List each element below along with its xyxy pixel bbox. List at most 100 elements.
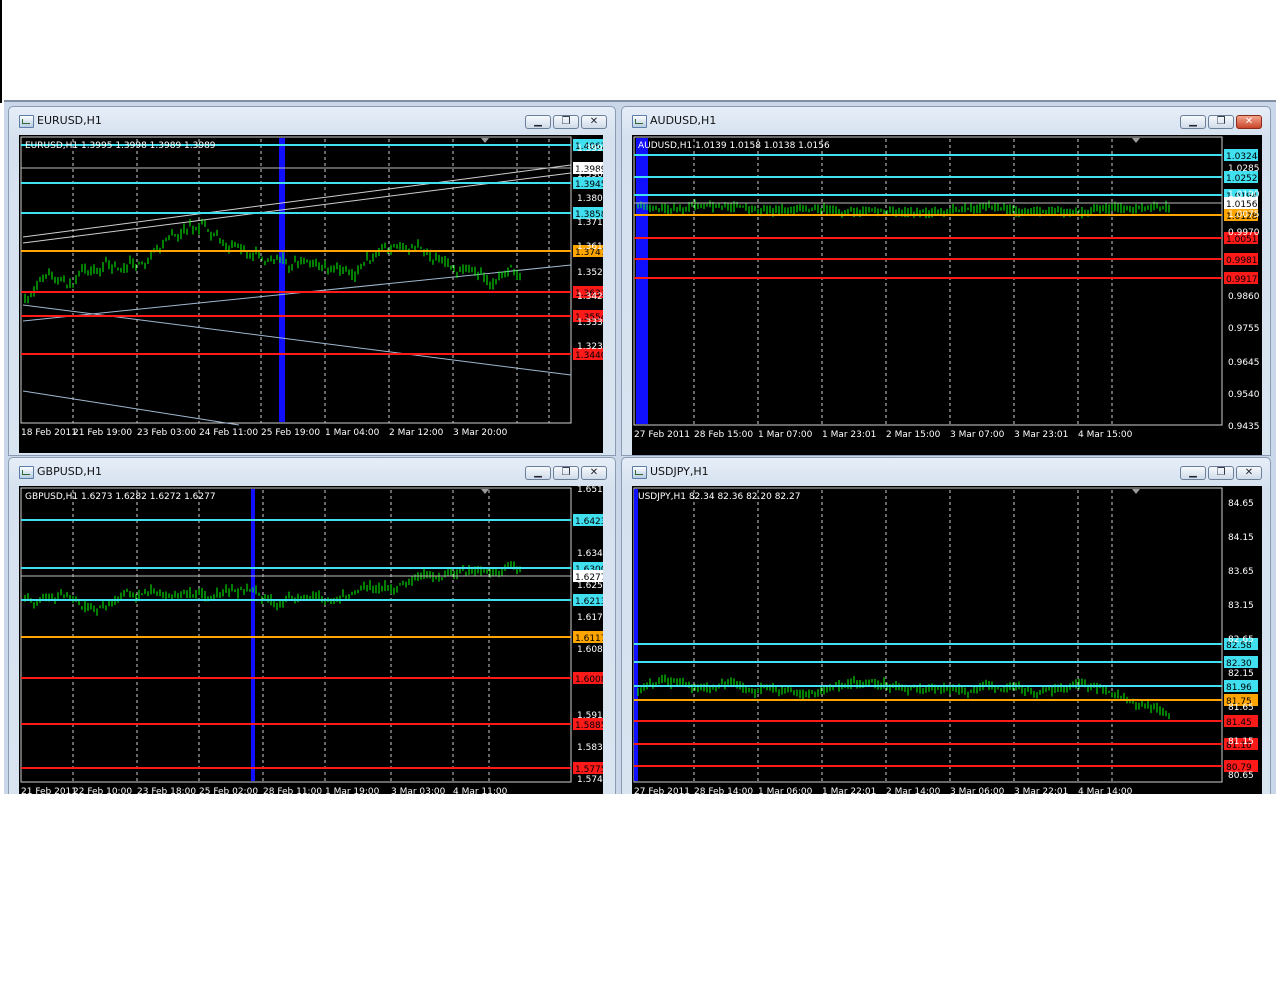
restore-button[interactable]: ❐ [1208,466,1234,480]
time-axis-label: 3 Mar 03:00 [391,787,446,794]
minimize-button[interactable]: ▁ [1180,466,1206,480]
price-axis-label: 1.5745 [577,775,603,785]
time-axis-label: 1 Mar 07:00 [758,430,813,440]
price-axis-label: 0.9860 [1228,292,1260,302]
close-button[interactable]: ✕ [1236,115,1262,129]
time-axis-label: 3 Mar 06:00 [950,787,1005,794]
time-axis-label: 2 Mar 15:00 [886,430,941,440]
time-axis-label: 28 Feb 14:00 [694,787,753,794]
price-axis-label: 81.65 [1228,703,1254,713]
price-axis-label: 1.3900 [577,170,603,180]
time-axis-label: 1 Mar 06:00 [758,787,813,794]
level-tag-text: 82.30 [1226,659,1252,669]
restore-button[interactable]: ❐ [553,466,579,480]
chart-area[interactable]: 1.40621.39891.39451.38581.37471.36331.35… [19,135,603,453]
price-axis-label: 1.0075 [1228,210,1260,220]
price-axis-label: 81.15 [1228,737,1254,747]
price-axis-label: 1.3425 [577,292,603,302]
level-tag-text: 1.6008 [575,675,603,685]
price-chart-svg: 1.64231.63001.62771.62131.61171.60081.58… [20,486,603,794]
chart-border [633,136,1223,426]
close-button[interactable]: ✕ [581,466,607,480]
level-tag-text: 0.9981 [1226,256,1258,266]
chart-area[interactable]: 1.03241.02521.01941.01561.01281.00510.99… [632,135,1262,455]
window-titlebar[interactable]: GBPUSD,H1 ▁ ❐ ✕ [9,458,615,486]
minimize-button[interactable]: ▁ [1180,115,1206,129]
restore-button[interactable]: ❐ [553,115,579,129]
level-tag-text: 1.6423 [575,517,603,527]
price-axis-label: 1.3710 [577,218,603,228]
time-axis-label: 21 Feb 2011 [21,787,77,794]
price-axis-label: 1.3235 [577,342,603,352]
price-axis-label: 1.0285 [1228,164,1260,174]
trend-line [22,164,572,238]
desktop-edge [0,0,2,103]
price-axis-label: 0.9755 [1228,324,1260,334]
level-tag-text: 0.9917 [1226,275,1258,285]
time-axis-label: 4 Mar 14:00 [1078,787,1133,794]
window-titlebar[interactable]: USDJPY,H1 ▁ ❐ ✕ [622,458,1270,486]
price-chart-svg: 1.40621.39891.39451.38581.37471.36331.35… [20,136,603,438]
chart-shift-marker [481,489,489,494]
price-axis-label: 1.6255 [577,581,603,591]
level-tag-text: 1.6213 [575,597,603,607]
level-tag-text: 1.0156 [1226,200,1258,210]
time-axis-label: 23 Feb 18:00 [137,787,196,794]
chart-area[interactable]: 82.58 82.30 81.96 81.75 81.45 81.10 80.79 84.65… [632,486,1262,794]
time-axis-label: 25 Feb 19:00 [261,428,320,438]
session-highlight-bar [279,138,285,422]
price-axis-label: 1.3615 [577,242,603,252]
time-axis-label: 1 Mar 19:00 [325,787,380,794]
price-axis-label: 1.3330 [577,318,603,328]
time-axis-label: 22 Feb 10:00 [73,787,132,794]
session-highlight-bar [634,489,638,781]
time-axis-label: 1 Mar 23:01 [822,430,876,440]
price-axis-label: 0.9540 [1228,390,1260,400]
chart-window-gbpusd[interactable]: GBPUSD,H1 ▁ ❐ ✕ 1.64231.63001.62771.6213… [8,457,616,794]
time-axis-label: 25 Feb 02:00 [199,787,258,794]
restore-button[interactable]: ❐ [1208,115,1234,129]
symbol-info-text: AUDUSD,H1 1.0139 1.0158 1.0138 1.0156 [638,141,830,151]
chart-shift-marker [1132,489,1140,494]
price-axis-label: 1.6170 [577,613,603,623]
chart-window-usdjpy[interactable]: USDJPY,H1 ▁ ❐ ✕ 82.58 82.30 81.96 81.75 81.4… [621,457,1271,794]
trend-line [22,390,240,426]
chart-window-eurusd[interactable]: EURUSD,H1 ▁ ❐ ✕ 1.40621.39891.39451.3858… [8,106,616,456]
time-axis-label: 2 Mar 12:00 [389,428,444,438]
chart-border [20,136,572,424]
price-axis-label: 0.9970 [1228,228,1260,238]
time-axis-label: 1 Mar 04:00 [325,428,380,438]
minimize-button[interactable]: ▁ [525,466,551,480]
chart-window-icon [19,115,34,128]
price-axis-label: 84.15 [1228,533,1254,543]
time-axis-label: 23 Feb 03:00 [137,428,196,438]
time-axis-label: 3 Mar 20:00 [453,428,508,438]
close-button[interactable]: ✕ [581,115,607,129]
chart-area[interactable]: 1.64231.63001.62771.62131.61171.60081.58… [19,486,603,794]
window-title: USDJPY,H1 [650,465,709,478]
session-highlight-bar [636,138,648,424]
price-chart-svg: 1.03241.02521.01941.01561.01281.00510.99… [633,136,1260,440]
price-chart-svg: 82.5882.3081.9681.7581.4581.1080.7984.65… [633,487,1258,794]
level-tag-text: 1.0252 [1226,174,1258,184]
symbol-info-text: EURUSD,H1 1.3995 1.3998 1.3989 1.3989 [25,141,216,151]
chart-window-audusd[interactable]: AUDUSD,H1 ▁ ❐ ✕ 1.03241.02521.01941.0156… [621,106,1271,456]
price-axis-label: 0.9645 [1228,358,1260,368]
window-titlebar[interactable]: EURUSD,H1 ▁ ❐ ✕ [9,107,615,135]
price-axis-label: 83.65 [1228,567,1254,577]
minimize-button[interactable]: ▁ [525,115,551,129]
time-axis-label: 28 Feb 11:00 [263,787,322,794]
price-axis-label: 0.9435 [1228,422,1260,432]
price-axis-label: 1.0190 [1228,190,1260,200]
chart-border [633,487,1223,783]
level-tag-text: 1.3945 [575,180,603,190]
price-axis-label: 84.65 [1228,499,1254,509]
price-axis-label: 1.6510 [577,486,603,495]
window-titlebar[interactable]: AUDUSD,H1 ▁ ❐ ✕ [622,107,1270,135]
price-axis-label: 1.5915 [577,711,603,721]
price-axis-label: 1.3520 [577,268,603,278]
chart-window-icon [19,466,34,479]
price-axis-label: 1.6085 [577,645,603,655]
time-axis-label: 27 Feb 2011 [634,787,690,794]
close-button[interactable]: ✕ [1236,466,1262,480]
